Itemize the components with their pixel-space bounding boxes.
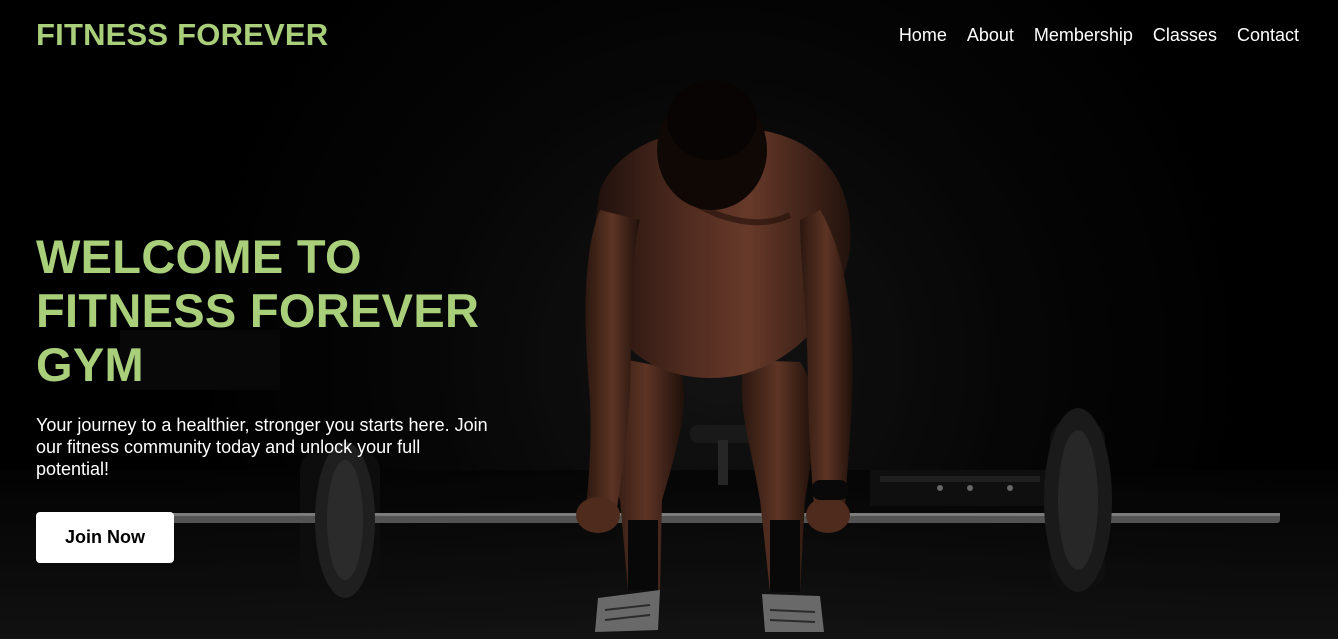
brand-logo[interactable]: FITNESS FOREVER	[36, 17, 328, 53]
nav-menu: Home About Membership Classes Contact	[899, 25, 1299, 46]
join-now-button[interactable]: Join Now	[36, 512, 174, 563]
nav-link-contact[interactable]: Contact	[1237, 25, 1299, 46]
nav-link-membership[interactable]: Membership	[1034, 25, 1133, 46]
nav-link-home[interactable]: Home	[899, 25, 947, 46]
nav-link-classes[interactable]: Classes	[1153, 25, 1217, 46]
hero-description: Your journey to a healthier, stronger yo…	[36, 415, 488, 479]
navbar: FITNESS FOREVER Home About Membership Cl…	[0, 0, 1338, 72]
nav-link-about[interactable]: About	[967, 25, 1014, 46]
hero-title: WELCOME TO FITNESS FOREVER GYM	[36, 230, 480, 391]
hero-content: WELCOME TO FITNESS FOREVER GYM Your jour…	[36, 230, 506, 563]
hero-section: FITNESS FOREVER Home About Membership Cl…	[0, 0, 1338, 639]
